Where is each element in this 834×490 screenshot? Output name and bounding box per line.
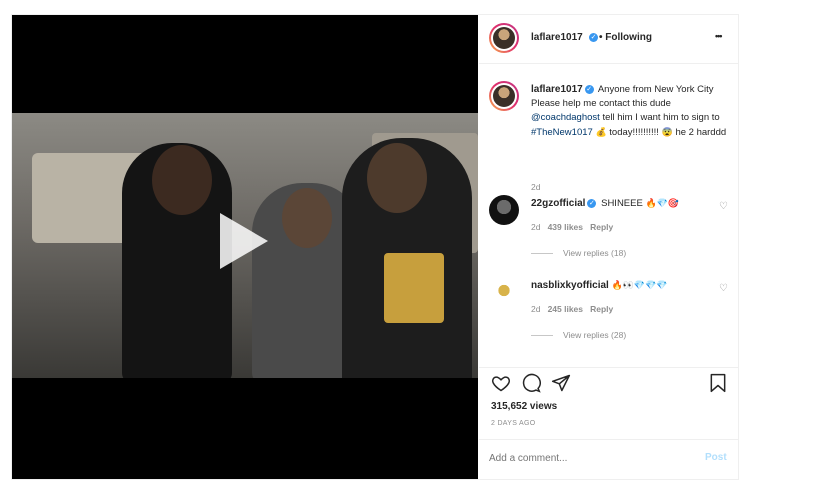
video-player[interactable] bbox=[12, 15, 478, 479]
comment-username[interactable]: 22gzofficial bbox=[531, 198, 585, 209]
comment-time[interactable]: 2d bbox=[531, 222, 540, 232]
comment-username[interactable]: nasblixkyofficial bbox=[531, 280, 609, 291]
comment-likes[interactable]: 245 likes bbox=[548, 304, 583, 314]
comment-item: nasblixkyofficial 🔥👀💎💎💎 2d 245 likes Rep… bbox=[479, 275, 738, 345]
hashtag-link[interactable]: #TheNew1017 bbox=[531, 127, 593, 138]
view-count[interactable]: 315,652 views bbox=[491, 401, 557, 412]
header-username[interactable]: laflare1017 bbox=[531, 32, 583, 43]
caption-text-3: today!!!!!!!!!! bbox=[609, 127, 659, 138]
post-header: laflare1017 ✓ • Following ••• bbox=[479, 15, 738, 63]
post-card: laflare1017 ✓ • Following ••• laflare101… bbox=[11, 14, 739, 480]
comment-avatar[interactable] bbox=[489, 195, 519, 225]
caption-text-2: tell him I want him to sign to bbox=[602, 112, 720, 123]
comment-avatar[interactable] bbox=[489, 277, 519, 307]
verified-icon: ✓ bbox=[587, 198, 597, 208]
astonished-face-icon: 😨 bbox=[661, 127, 673, 137]
post-side-panel: laflare1017 ✓ • Following ••• laflare101… bbox=[479, 15, 738, 479]
comment-item: 22gzofficial ✓ SHINEEE 🔥💎🎯 2d 439 likes R… bbox=[479, 193, 738, 263]
post-button[interactable]: Post bbox=[705, 452, 727, 463]
comment-input[interactable] bbox=[489, 450, 689, 466]
comment-like-icon[interactable]: ♡ bbox=[719, 283, 728, 294]
post-date[interactable]: 2 DAYS AGO bbox=[491, 420, 536, 427]
diamond-icon: 💎 bbox=[656, 198, 668, 208]
fire-icon: 🔥 bbox=[611, 280, 623, 290]
reply-button[interactable]: Reply bbox=[590, 222, 613, 232]
view-replies-button[interactable]: View replies (18) bbox=[531, 248, 626, 258]
caption-time[interactable]: 2d bbox=[531, 182, 540, 192]
caption-text-4: he 2 harddd bbox=[675, 127, 727, 138]
play-icon[interactable] bbox=[220, 213, 268, 269]
comment-text: SHINEEE bbox=[601, 198, 643, 209]
comment-icon[interactable] bbox=[521, 373, 541, 393]
money-bag-icon: 💰 bbox=[595, 127, 607, 137]
verified-icon: ✓ bbox=[584, 84, 594, 94]
comment-like-icon[interactable]: ♡ bbox=[719, 201, 728, 212]
caption-username[interactable]: laflare1017 bbox=[531, 84, 583, 95]
action-bar bbox=[479, 371, 738, 399]
follow-status[interactable]: • Following bbox=[599, 32, 652, 43]
comment-time[interactable]: 2d bbox=[531, 304, 540, 314]
more-options-icon[interactable]: ••• bbox=[715, 31, 723, 41]
view-replies-button[interactable]: View replies (28) bbox=[531, 330, 626, 340]
avatar[interactable] bbox=[489, 23, 519, 53]
target-icon: 🎯 bbox=[667, 198, 680, 208]
mention-link[interactable]: @coachdaghost bbox=[531, 112, 600, 123]
comment-composer: Post bbox=[479, 440, 738, 478]
caption-text: laflare1017 ✓ Anyone from New York City P… bbox=[531, 83, 731, 140]
diamond-icon: 💎 bbox=[656, 280, 668, 290]
reply-button[interactable]: Reply bbox=[590, 304, 613, 314]
share-icon[interactable] bbox=[551, 373, 571, 393]
eyes-icon: 👀 bbox=[622, 280, 634, 290]
caption-avatar[interactable] bbox=[489, 81, 519, 111]
diamond-icon: 💎 bbox=[633, 280, 646, 290]
comment-likes[interactable]: 439 likes bbox=[548, 222, 583, 232]
save-icon[interactable] bbox=[709, 373, 727, 393]
fire-icon: 🔥 bbox=[645, 198, 657, 208]
diamond-icon: 💎 bbox=[645, 280, 657, 290]
video-frame[interactable] bbox=[12, 113, 478, 378]
verified-icon: ✓ bbox=[589, 33, 598, 42]
like-icon[interactable] bbox=[491, 373, 511, 393]
